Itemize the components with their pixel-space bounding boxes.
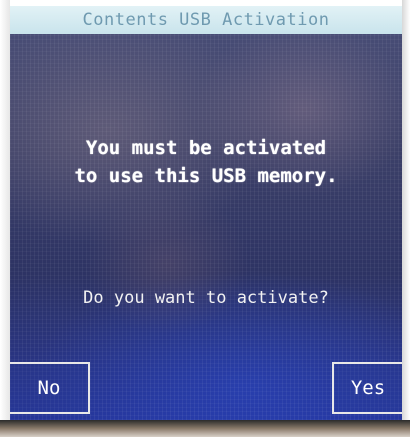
device-screen: Contents USB Activation You must be acti… xyxy=(10,6,402,420)
device-frame: Contents USB Activation You must be acti… xyxy=(0,0,410,437)
dialog-title: Contents USB Activation xyxy=(82,10,330,30)
activation-message: You must be activated to use this USB me… xyxy=(10,134,402,190)
title-bar: Contents USB Activation xyxy=(10,6,402,34)
activation-question: Do you want to activate? xyxy=(83,288,329,308)
bezel-left xyxy=(0,0,10,437)
bezel-bottom xyxy=(0,420,410,437)
no-button[interactable]: No xyxy=(10,362,90,414)
yes-button[interactable]: Yes xyxy=(332,362,402,414)
bezel-right xyxy=(402,0,410,437)
message-line-2: to use this USB memory. xyxy=(74,165,338,187)
message-line-1: You must be activated xyxy=(85,137,327,159)
